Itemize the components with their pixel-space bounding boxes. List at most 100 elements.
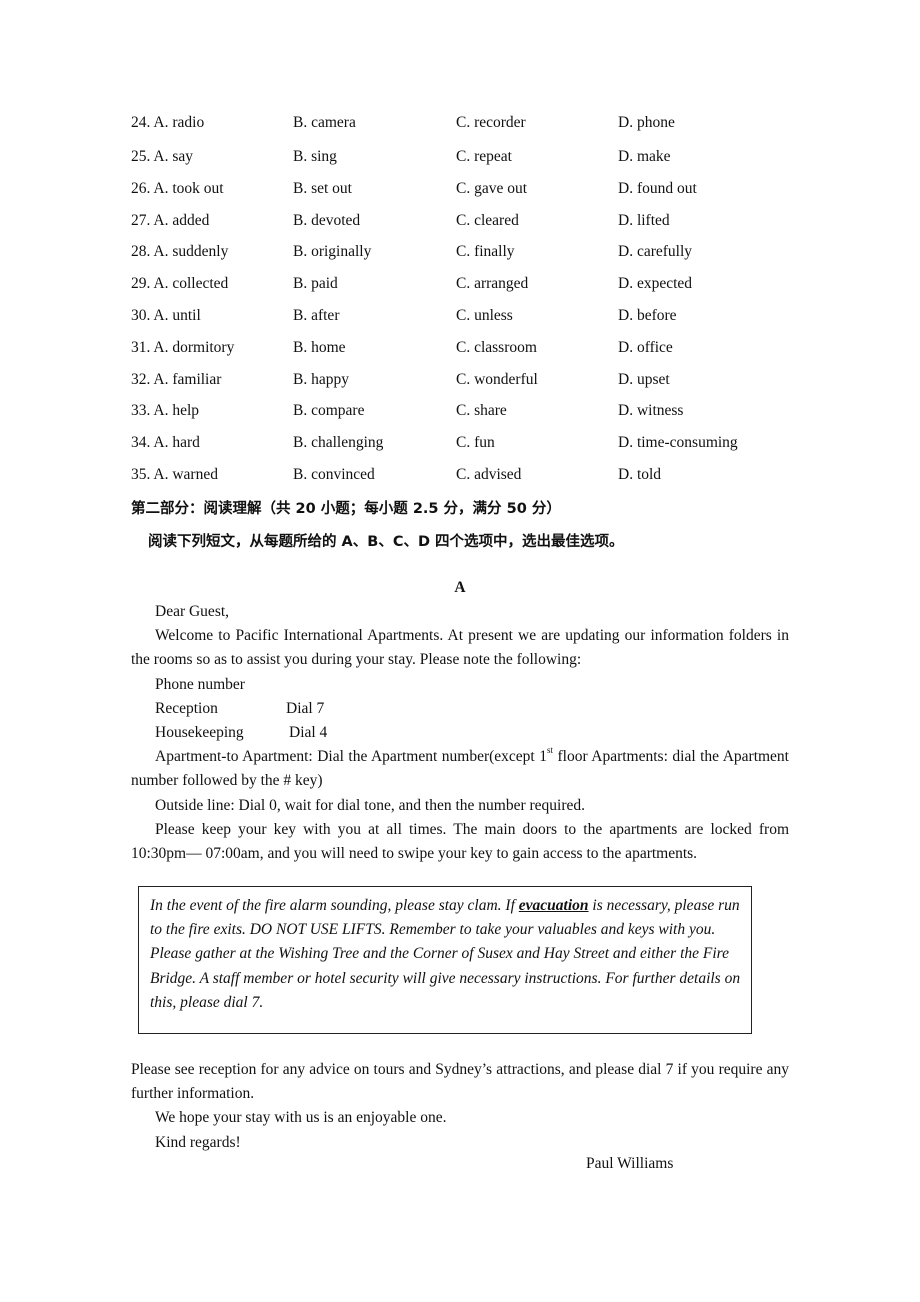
- question-row: 29. A. collected B. paid C. arranged D. exp…: [131, 274, 811, 306]
- option-a: 34. A. hard: [131, 433, 200, 453]
- option-b: B. home: [293, 338, 346, 356]
- passage-letter: A: [454, 579, 466, 596]
- signature: Paul Williams: [586, 1155, 674, 1172]
- option-a-text: A. warned: [153, 465, 218, 483]
- question-row: 35. A. warned B. convinced C. advised D. to…: [131, 465, 811, 497]
- option-a-text: A. radio: [153, 114, 205, 131]
- option-a: 25. A. say: [131, 147, 193, 167]
- phone-heading: Phone number: [155, 675, 245, 693]
- fire-notice-keyword: evacuation: [518, 897, 589, 914]
- question-row: 32. A. familiar B. happy C. wonderful D. up…: [131, 370, 811, 402]
- option-a: 32. A. familiar: [131, 370, 221, 390]
- section-instructions: 阅读下列短文，从每题所给的 A、B、C、D 四个选项中，选出最佳选项。: [148, 534, 624, 550]
- option-b: B. camera: [293, 114, 356, 131]
- option-c: C. unless: [456, 306, 513, 324]
- question-number: 30.: [131, 306, 151, 324]
- option-b: B. happy: [293, 370, 349, 388]
- fire-notice-text-cont: is necessary, please run to the fire exi…: [150, 897, 741, 1011]
- option-b: B. convinced: [293, 465, 375, 483]
- option-c: C. cleared: [456, 211, 519, 229]
- question-number: 24.: [131, 114, 151, 131]
- option-c: C. recorder: [456, 114, 526, 131]
- phone-label: Reception: [155, 699, 218, 717]
- option-c: C. share: [456, 402, 507, 420]
- option-d: D. told: [618, 465, 662, 483]
- phone-item-housekeeping: Housekeeping Dial 4: [131, 721, 789, 745]
- reception-advice-paragraph: Please see reception for any advice on t…: [131, 1061, 789, 1103]
- option-a-text: A. say: [153, 148, 194, 165]
- option-b: B. paid: [293, 275, 338, 293]
- phone-item-reception: Reception Dial 7: [131, 697, 789, 721]
- option-b: B. set out: [293, 179, 352, 197]
- question-row: 25. A. say B. sing C. repeat D. make: [131, 147, 811, 179]
- option-a-text: A. help: [153, 402, 200, 420]
- question-row: 30. A. until B. after C. unless D. before: [131, 306, 811, 338]
- option-c: C. advised: [456, 465, 522, 483]
- option-d: D. lifted: [618, 211, 670, 229]
- question-number: 28.: [131, 243, 151, 261]
- phone-label: Housekeeping: [155, 724, 244, 742]
- greeting: Dear Guest,: [155, 603, 230, 620]
- letter-closing: Please see reception for any advice on t…: [131, 1058, 789, 1155]
- option-a-text: A. until: [153, 306, 201, 324]
- question-row: 34. A. hard B. challenging C. fun D. time-c…: [131, 433, 811, 465]
- question-number: 31.: [131, 338, 151, 356]
- fire-notice-text: In the event of the fire alarm sounding,…: [150, 897, 519, 914]
- question-row: 31. A. dormitory B. home C. classroom D. of…: [131, 338, 811, 370]
- option-b: B. after: [293, 306, 340, 324]
- exam-page: 24. A. radio B. camera C. recorder D. phone…: [0, 0, 920, 1302]
- cloze-options-table: 24. A. radio B. camera C. recorder D. phone…: [131, 113, 811, 497]
- question-row: 26. A. took out B. set out C. gave out D. f…: [131, 179, 811, 211]
- option-d: D. carefully: [618, 243, 693, 261]
- question-number: 32.: [131, 370, 151, 388]
- option-a-text: A. hard: [153, 434, 200, 452]
- option-b: B. sing: [293, 148, 337, 165]
- question-row: 33. A. help B. compare C. share D. witness: [131, 401, 811, 433]
- option-d: D. upset: [618, 370, 670, 388]
- question-row: 28. A. suddenly B. originally C. finally D.…: [131, 242, 811, 274]
- option-d: D. before: [618, 306, 677, 324]
- option-a-text: A. familiar: [153, 370, 222, 388]
- option-d: D. expected: [618, 275, 693, 293]
- fire-notice-box: In the event of the fire alarm sounding,…: [138, 886, 752, 1034]
- option-c: C. repeat: [456, 148, 512, 165]
- option-c: C. finally: [456, 243, 515, 261]
- question-number: 35.: [131, 465, 151, 483]
- phone-value: Dial 7: [286, 699, 325, 717]
- option-d: D. phone: [618, 114, 675, 131]
- question-number: 34.: [131, 434, 151, 452]
- option-d: D. office: [618, 338, 673, 356]
- option-a-text: A. added: [153, 211, 210, 229]
- option-d: D. make: [618, 148, 671, 165]
- option-d: D. found out: [618, 179, 697, 197]
- question-row: 24. A. radio B. camera C. recorder D. phone: [131, 113, 811, 147]
- option-c: C. gave out: [456, 179, 528, 197]
- option-a: 24. A. radio: [131, 113, 204, 133]
- option-a: 27. A. added: [131, 211, 209, 231]
- option-a: 35. A. warned: [131, 465, 218, 485]
- hope-line: We hope your stay with us is an enjoyabl…: [155, 1109, 447, 1127]
- option-a-text: A. collected: [153, 275, 229, 293]
- section-title: 第二部分：阅读理解（共 20 小题；每小题 2.5 分，满分 50 分）: [131, 501, 561, 517]
- regards-line: Kind regards!: [155, 1133, 241, 1151]
- option-b: B. compare: [293, 402, 365, 420]
- option-c: C. fun: [456, 434, 495, 452]
- option-d: D. witness: [618, 402, 684, 420]
- question-row: 27. A. added B. devoted C. cleared D. lifte…: [131, 211, 811, 243]
- apartment-text: Apartment-to Apartment: Dial the Apartme…: [155, 748, 547, 766]
- option-a: 31. A. dormitory: [131, 338, 234, 358]
- option-c: C. arranged: [456, 275, 529, 293]
- option-a: 33. A. help: [131, 401, 199, 421]
- apartment-dialing-paragraph: Apartment-to Apartment: Dial the Apartme…: [131, 745, 789, 793]
- option-a-text: A. dormitory: [153, 338, 235, 356]
- outside-line-paragraph: Outside line: Dial 0, wait for dial tone…: [155, 796, 586, 814]
- option-a: 26. A. took out: [131, 179, 224, 199]
- option-a: 28. A. suddenly: [131, 242, 228, 262]
- question-number: 25.: [131, 148, 151, 165]
- key-notice-paragraph: Please keep your key with you at all tim…: [131, 820, 789, 863]
- question-number: 33.: [131, 402, 151, 420]
- option-d: D. time-consuming: [618, 434, 738, 452]
- option-a: 30. A. until: [131, 306, 201, 326]
- question-number: 29.: [131, 275, 151, 293]
- option-a-text: A. suddenly: [153, 243, 229, 261]
